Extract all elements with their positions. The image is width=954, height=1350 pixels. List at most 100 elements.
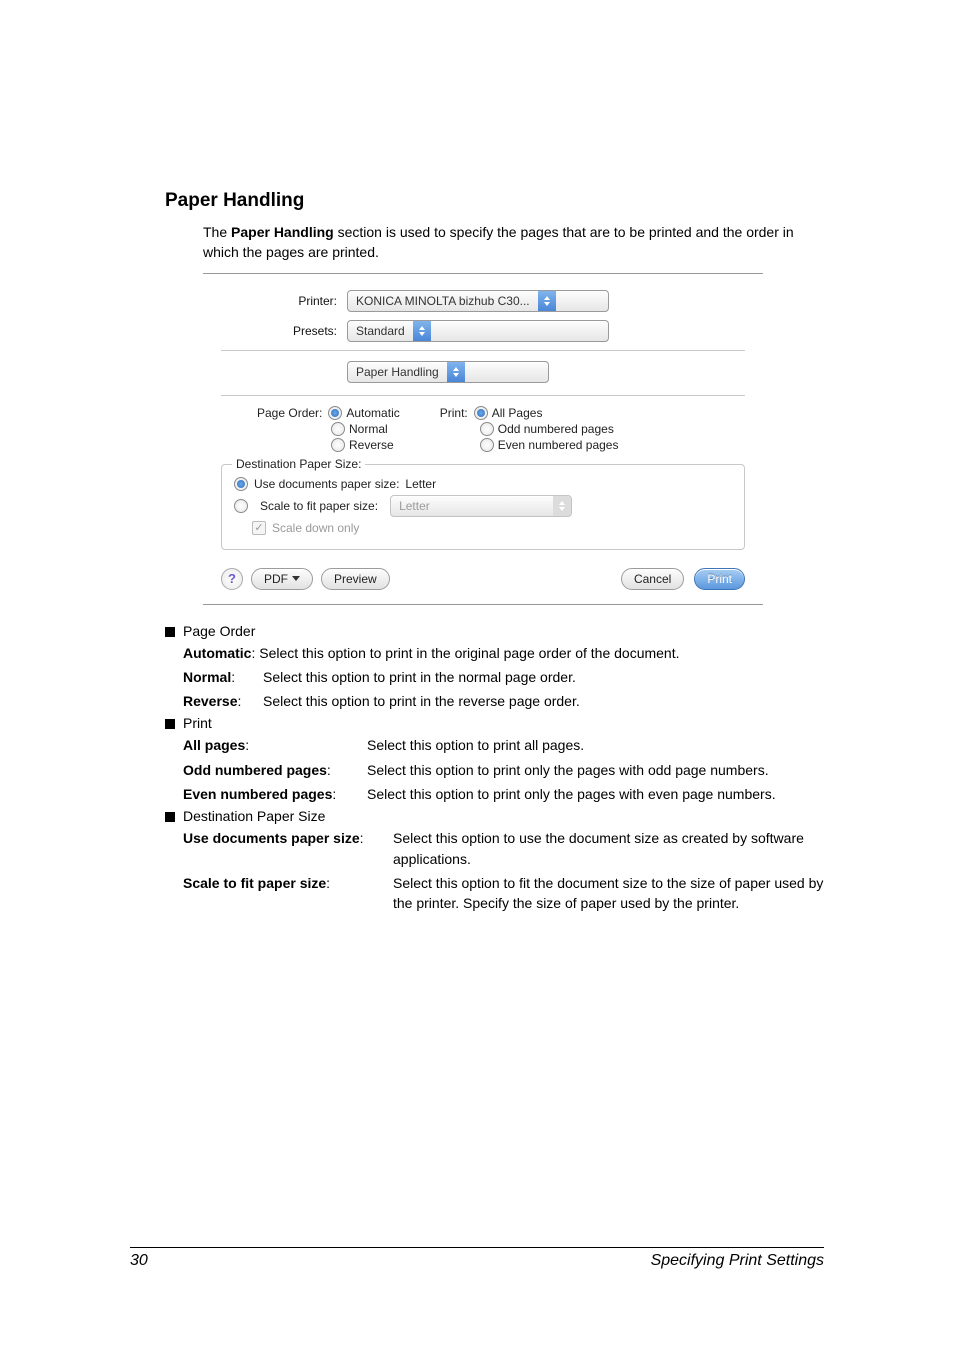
updown-icon[interactable]: [538, 291, 556, 311]
radio-icon[interactable]: [234, 499, 248, 513]
destination-legend: Destination Paper Size:: [232, 457, 365, 471]
def-use-docs-text: Select this option to use the document s…: [393, 828, 824, 869]
def-all-pages: All pages: Select this option to print a…: [183, 735, 824, 755]
radio-area: Page Order: Automatic Normal Reverse: [221, 406, 745, 454]
def-automatic-text: : Select this option to print in the ori…: [251, 645, 679, 661]
section-heading: Paper Handling: [165, 190, 824, 212]
print-opt-0: All Pages: [492, 406, 543, 420]
page-order-normal[interactable]: Normal: [257, 422, 400, 436]
scale-value: Letter: [391, 499, 438, 513]
def-odd-pages: Odd numbered pages: Select this option t…: [183, 760, 824, 780]
def-scale-fit: Scale to fit paper size: Select this opt…: [183, 873, 824, 914]
caret-down-icon: [292, 576, 300, 581]
print-dialog: Printer: KONICA MINOLTA bizhub C30... Pr…: [203, 273, 763, 605]
radio-icon[interactable]: [328, 406, 342, 420]
presets-value: Standard: [348, 324, 413, 338]
bullet-page-order: Page Order Automatic: Select this option…: [165, 623, 824, 712]
radio-icon[interactable]: [234, 477, 248, 491]
description-list: Page Order Automatic: Select this option…: [165, 623, 824, 914]
updown-icon[interactable]: [413, 321, 431, 341]
scale-paper-select: Letter: [390, 495, 572, 517]
presets-select[interactable]: Standard: [347, 320, 609, 342]
footer-title: Specifying Print Settings: [651, 1252, 824, 1270]
page-order-opt-1: Normal: [349, 422, 388, 436]
printer-select[interactable]: KONICA MINOLTA bizhub C30...: [347, 290, 609, 312]
help-button[interactable]: ?: [221, 568, 243, 590]
bullet-icon: [165, 812, 175, 822]
def-automatic: Automatic: Select this option to print i…: [183, 643, 824, 663]
page-number: 30: [130, 1252, 148, 1270]
page-order-group: Page Order: Automatic Normal Reverse: [257, 406, 400, 454]
term-scale-fit: Scale to fit paper size: [183, 875, 326, 891]
cancel-button[interactable]: Cancel: [621, 568, 684, 590]
pdf-label: PDF: [264, 572, 288, 586]
def-even-pages: Even numbered pages: Select this option …: [183, 784, 824, 804]
term-normal: Normal: [183, 669, 231, 685]
section-row: Paper Handling: [221, 361, 745, 383]
section-select[interactable]: Paper Handling: [347, 361, 549, 383]
def-normal: Normal: Select this option to print in t…: [183, 667, 824, 687]
pdf-button[interactable]: PDF: [251, 568, 313, 590]
scale-down-label: Scale down only: [272, 521, 359, 535]
destination-head: Destination Paper Size: [183, 808, 824, 824]
term-use-docs: Use documents paper size: [183, 830, 360, 846]
separator: [221, 395, 745, 396]
page-order-head: Page Order: [183, 623, 824, 639]
radio-icon[interactable]: [480, 438, 494, 452]
dialog-footer: ? PDF Preview Cancel Print: [221, 568, 745, 590]
print-even-pages[interactable]: Even numbered pages: [440, 438, 619, 452]
page-order-reverse[interactable]: Reverse: [257, 438, 400, 452]
scale-down-only: ✓ Scale down only: [252, 521, 732, 535]
radio-icon[interactable]: [474, 406, 488, 420]
separator: [221, 350, 745, 351]
def-even-pages-text: Select this option to print only the pag…: [367, 784, 824, 804]
def-reverse-text: Select this option to print in the rever…: [263, 691, 824, 711]
scale-label: Scale to fit paper size:: [260, 499, 378, 513]
intro-part-1: The: [203, 224, 231, 240]
term-automatic: Automatic: [183, 645, 251, 661]
updown-icon: [553, 496, 571, 516]
page-order-automatic[interactable]: Page Order: Automatic: [257, 406, 400, 420]
printer-row: Printer: KONICA MINOLTA bizhub C30...: [221, 290, 745, 312]
print-all-pages[interactable]: Print: All Pages: [440, 406, 619, 420]
print-odd-pages[interactable]: Odd numbered pages: [440, 422, 619, 436]
bullet-print: Print All pages: Select this option to p…: [165, 715, 824, 804]
radio-icon[interactable]: [331, 438, 345, 452]
def-use-docs: Use documents paper size: Select this op…: [183, 828, 824, 869]
destination-paper-size-group: Destination Paper Size: Use documents pa…: [221, 464, 745, 550]
bullet-icon: [165, 627, 175, 637]
use-docs-label: Use documents paper size:: [254, 477, 399, 491]
scale-to-fit-paper-size[interactable]: Scale to fit paper size: Letter: [234, 495, 732, 517]
updown-icon[interactable]: [447, 362, 465, 382]
def-scale-fit-text: Select this option to fit the document s…: [393, 873, 824, 914]
print-label: Print:: [440, 406, 468, 420]
radio-icon[interactable]: [331, 422, 345, 436]
section-value: Paper Handling: [348, 365, 447, 379]
printer-label: Printer:: [221, 294, 347, 308]
term-all-pages: All pages: [183, 737, 245, 753]
page-footer: 30 Specifying Print Settings: [130, 1247, 824, 1270]
term-even-pages: Even numbered pages: [183, 786, 332, 802]
term-odd-pages: Odd numbered pages: [183, 762, 327, 778]
use-docs-value: Letter: [405, 477, 436, 491]
term-reverse: Reverse: [183, 693, 238, 709]
checkbox-icon: ✓: [252, 521, 266, 535]
page: Paper Handling The Paper Handling sectio…: [0, 0, 954, 1350]
bullet-destination: Destination Paper Size Use documents pap…: [165, 808, 824, 913]
print-opt-2: Even numbered pages: [498, 438, 619, 452]
presets-label: Presets:: [221, 324, 347, 338]
def-reverse: Reverse: Select this option to print in …: [183, 691, 824, 711]
presets-row: Presets: Standard: [221, 320, 745, 342]
bullet-icon: [165, 719, 175, 729]
intro-bold: Paper Handling: [231, 224, 334, 240]
radio-icon[interactable]: [480, 422, 494, 436]
use-documents-paper-size[interactable]: Use documents paper size: Letter: [234, 477, 732, 491]
page-order-opt-2: Reverse: [349, 438, 394, 452]
print-button[interactable]: Print: [694, 568, 745, 590]
print-head: Print: [183, 715, 824, 731]
def-normal-text: Select this option to print in the norma…: [263, 667, 824, 687]
page-order-label: Page Order:: [257, 406, 322, 420]
def-odd-pages-text: Select this option to print only the pag…: [367, 760, 824, 780]
printer-value: KONICA MINOLTA bizhub C30...: [348, 294, 538, 308]
preview-button[interactable]: Preview: [321, 568, 390, 590]
